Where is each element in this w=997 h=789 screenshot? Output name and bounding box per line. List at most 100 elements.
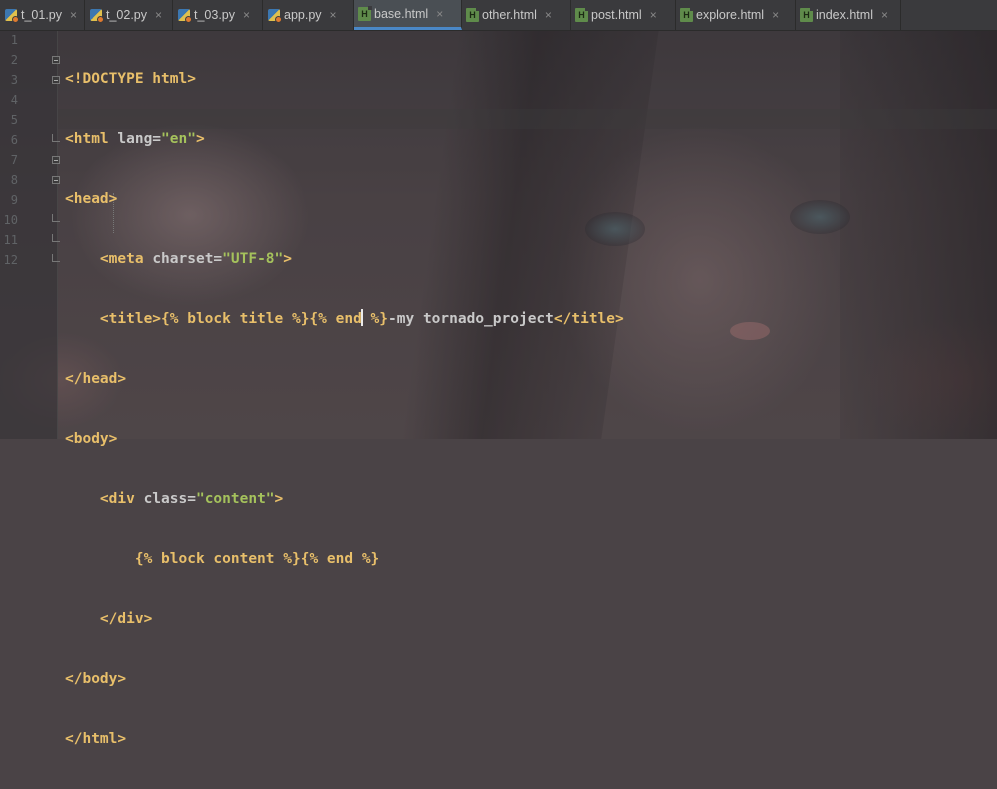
fold-head-end-icon[interactable] — [52, 134, 60, 142]
tab-other-html[interactable]: H other.html × — [462, 0, 571, 30]
tab-explore-html[interactable]: H explore.html × — [676, 0, 796, 30]
tag-token: </body> — [65, 671, 127, 687]
tab-label: post.html — [591, 8, 642, 22]
tab-t03-py[interactable]: t_03.py × — [173, 0, 263, 30]
line-number: 1 — [10, 33, 18, 47]
tag-token: </title> — [553, 311, 624, 327]
fold-div-icon[interactable] — [52, 176, 60, 184]
template-token: %} — [361, 311, 389, 327]
tag-token: </html> — [65, 731, 127, 747]
fold-head-icon[interactable] — [52, 76, 60, 84]
fold-html-icon[interactable] — [52, 56, 60, 64]
line-number: 3 — [10, 73, 18, 87]
string-token: "en" — [161, 131, 196, 147]
line-number: 5 — [10, 113, 18, 127]
template-token: {% block content %}{% end %} — [134, 551, 380, 567]
attr-token: lang= — [117, 131, 162, 147]
close-icon[interactable]: × — [70, 8, 77, 22]
close-icon[interactable]: × — [155, 8, 162, 22]
code-line-current[interactable]: <title>{% block title %}{% end %}-my tor… — [65, 309, 624, 329]
python-file-icon — [89, 8, 104, 23]
tab-label: t_02.py — [106, 8, 148, 22]
code-line[interactable]: </body> — [65, 669, 624, 689]
line-number: 2 — [10, 53, 18, 67]
tab-t01-py[interactable]: t_01.py × — [0, 0, 85, 30]
code-line[interactable]: <meta charset="UTF-8"> — [65, 249, 624, 269]
fold-body-icon[interactable] — [52, 156, 60, 164]
code-line[interactable]: </div> — [65, 609, 624, 629]
code-content[interactable]: <!DOCTYPE html> <html lang="en"> <head> … — [65, 29, 624, 789]
fold-html-end-icon[interactable] — [52, 254, 60, 262]
tag-token: </head> — [65, 371, 127, 387]
tab-label: other.html — [482, 8, 537, 22]
close-icon[interactable]: × — [772, 8, 779, 22]
tag-token: > — [274, 491, 284, 507]
tag-token: > — [195, 131, 205, 147]
tag-token: <title> — [99, 311, 162, 327]
tag-token: </div> — [99, 611, 153, 627]
code-line[interactable]: {% block content %}{% end %} — [65, 549, 624, 569]
line-number: 4 — [10, 93, 18, 107]
line-number: 9 — [10, 193, 18, 207]
code-line[interactable]: <html lang="en"> — [65, 129, 624, 149]
template-token: {% block title %}{% end — [161, 311, 362, 327]
tab-label: t_01.py — [21, 8, 63, 22]
attr-token: charset= — [152, 251, 223, 267]
tag-token: <div — [99, 491, 144, 507]
html-file-icon: H — [358, 5, 372, 21]
python-file-icon — [177, 8, 192, 23]
line-number: 6 — [10, 133, 18, 147]
fold-div-end-icon[interactable] — [52, 214, 60, 222]
html-file-icon: H — [575, 7, 589, 22]
tab-label: t_03.py — [194, 8, 236, 22]
attr-token: class= — [143, 491, 196, 507]
close-icon[interactable]: × — [881, 8, 888, 22]
python-file-icon — [267, 8, 282, 23]
tag-token: <body> — [65, 431, 118, 447]
close-icon[interactable]: × — [330, 8, 337, 22]
python-file-icon — [4, 8, 19, 23]
tab-app-py[interactable]: app.py × — [263, 0, 354, 30]
close-icon[interactable]: × — [650, 8, 657, 22]
close-icon[interactable]: × — [545, 8, 552, 22]
code-line[interactable]: <div class="content"> — [65, 489, 624, 509]
line-number: 10 — [3, 213, 18, 227]
tag-token: <html — [65, 131, 118, 147]
tab-post-html[interactable]: H post.html × — [571, 0, 676, 30]
close-icon[interactable]: × — [243, 8, 250, 22]
tab-label: index.html — [816, 8, 873, 22]
tab-label: base.html — [374, 6, 429, 21]
code-line[interactable]: <head> — [65, 189, 624, 209]
html-file-icon: H — [800, 7, 814, 22]
code-line[interactable]: <!DOCTYPE html> — [65, 69, 624, 89]
fold-body-end-icon[interactable] — [52, 234, 60, 242]
tag-token: <head> — [65, 191, 118, 207]
tab-t02-py[interactable]: t_02.py × — [85, 0, 173, 30]
tag-token: > — [283, 251, 292, 267]
line-number: 11 — [3, 233, 18, 247]
line-number-gutter[interactable]: 1 2 3 4 5 6 7 8 9 10 11 12 — [0, 30, 60, 439]
code-line[interactable]: </html> — [65, 729, 624, 749]
code-line[interactable]: <body> — [65, 429, 624, 449]
tab-index-html[interactable]: H index.html × — [796, 0, 901, 30]
tab-base-html[interactable]: H base.html × — [354, 0, 462, 30]
line-number: 7 — [10, 153, 18, 167]
tab-label: app.py — [284, 8, 322, 22]
code-editor[interactable]: <!DOCTYPE html> <html lang="en"> <head> … — [58, 30, 997, 747]
html-file-icon: H — [680, 7, 694, 22]
line-number: 12 — [3, 253, 18, 267]
close-icon[interactable]: × — [436, 7, 443, 21]
line-number: 8 — [10, 173, 18, 187]
html-file-icon: H — [466, 7, 480, 22]
editor-tab-bar: t_01.py × t_02.py × t_03.py × app.py × H… — [0, 0, 997, 31]
string-token: "UTF-8" — [222, 251, 284, 267]
code-line[interactable]: </head> — [65, 369, 624, 389]
doctype-token: <!DOCTYPE html> — [65, 71, 196, 87]
text-token: -my tornado_project — [388, 311, 554, 327]
string-token: "content" — [195, 491, 275, 507]
